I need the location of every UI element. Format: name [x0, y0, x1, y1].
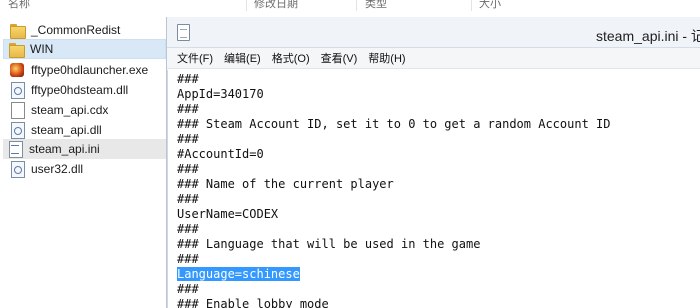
text-line: ### — [177, 162, 199, 176]
menu-edit[interactable]: 编辑(E) — [224, 50, 261, 66]
file-name: WIN — [30, 42, 54, 56]
text-line: ### — [177, 222, 199, 236]
file-name: steam_api.dll — [31, 123, 102, 137]
menu-format[interactable]: 格式(O) — [272, 50, 310, 66]
column-header-size[interactable]: 大小 — [479, 0, 501, 11]
file-name: steam_api.ini — [29, 142, 100, 156]
menu-bar: 文件(F) 编辑(E) 格式(O) 查看(V) 帮助(H) — [167, 48, 700, 69]
ini-file-icon — [7, 141, 23, 158]
text-line: AppId=340170 — [177, 87, 264, 101]
file-item-user32-dll[interactable]: user32.dll — [5, 159, 166, 179]
file-icon — [9, 102, 25, 119]
text-line: #AccountId=0 — [177, 147, 264, 161]
file-name: steam_api.cdx — [31, 103, 109, 117]
file-item-win[interactable]: WIN — [3, 39, 166, 59]
file-name: user32.dll — [31, 162, 84, 176]
window-title: steam_api.ini - 记 — [596, 28, 700, 44]
file-item-steam-api-dll[interactable]: steam_api.dll — [5, 120, 166, 140]
text-line: ### — [177, 282, 199, 296]
column-header-type[interactable]: 类型 — [365, 0, 387, 11]
column-divider[interactable] — [471, 0, 472, 11]
folder-icon — [9, 22, 26, 39]
selected-text-line: Language=schinese — [177, 267, 610, 282]
text-selection[interactable]: Language=schinese — [177, 267, 300, 281]
file-name: fftype0hdsteam.dll — [31, 83, 129, 97]
file-name: _CommonRedist — [31, 23, 121, 37]
file-item-commonredist[interactable]: _CommonRedist — [5, 20, 166, 40]
text-content: ### AppId=340170 ### ### Steam Account I… — [177, 72, 610, 308]
menu-file[interactable]: 文件(F) — [177, 50, 213, 66]
column-divider[interactable] — [246, 0, 247, 11]
file-item-steam-api-ini[interactable]: steam_api.ini — [3, 139, 166, 159]
app-icon — [9, 62, 25, 78]
text-line: ### — [177, 102, 199, 116]
text-line: ### — [177, 72, 199, 86]
notepad-titlebar[interactable]: steam_api.ini - 记 — [167, 17, 700, 48]
column-header-name[interactable]: 名称 — [8, 0, 30, 11]
text-line: ### Name of the current player — [177, 177, 394, 191]
notepad-window: steam_api.ini - 记 文件(F) 编辑(E) 格式(O) 查看(V… — [166, 17, 700, 308]
column-divider[interactable] — [356, 0, 357, 11]
text-line: UserName=CODEX — [177, 207, 279, 221]
column-header-bar: 名称 修改日期 类型 大小 — [0, 0, 700, 12]
dll-file-icon — [9, 161, 25, 178]
notepad-icon[interactable] — [177, 24, 190, 41]
text-line: ### Language that will be used in the ga… — [177, 237, 481, 251]
dll-file-icon — [9, 122, 25, 139]
dll-file-icon — [9, 82, 25, 99]
text-line: ### Enable lobby mode — [177, 297, 329, 308]
menu-help[interactable]: 帮助(H) — [368, 50, 405, 66]
text-line: ### — [177, 252, 199, 266]
file-name: fftype0hdlauncher.exe — [31, 63, 149, 77]
file-item-launcher-exe[interactable]: fftype0hdlauncher.exe — [5, 60, 166, 80]
menu-view[interactable]: 查看(V) — [321, 50, 358, 66]
file-list: _CommonRedist WIN fftype0hdlauncher.exe … — [0, 20, 166, 308]
file-item-steam-api-cdx[interactable]: steam_api.cdx — [5, 100, 166, 120]
folder-icon — [8, 41, 25, 58]
text-line: ### — [177, 132, 199, 146]
file-item-steam-dll[interactable]: fftype0hdsteam.dll — [5, 80, 166, 100]
text-line: ### Steam Account ID, set it to 0 to get… — [177, 117, 611, 131]
text-editor-area[interactable]: ### AppId=340170 ### ### Steam Account I… — [167, 70, 700, 308]
text-line: ### — [177, 192, 199, 206]
column-header-date[interactable]: 修改日期 — [254, 0, 298, 11]
